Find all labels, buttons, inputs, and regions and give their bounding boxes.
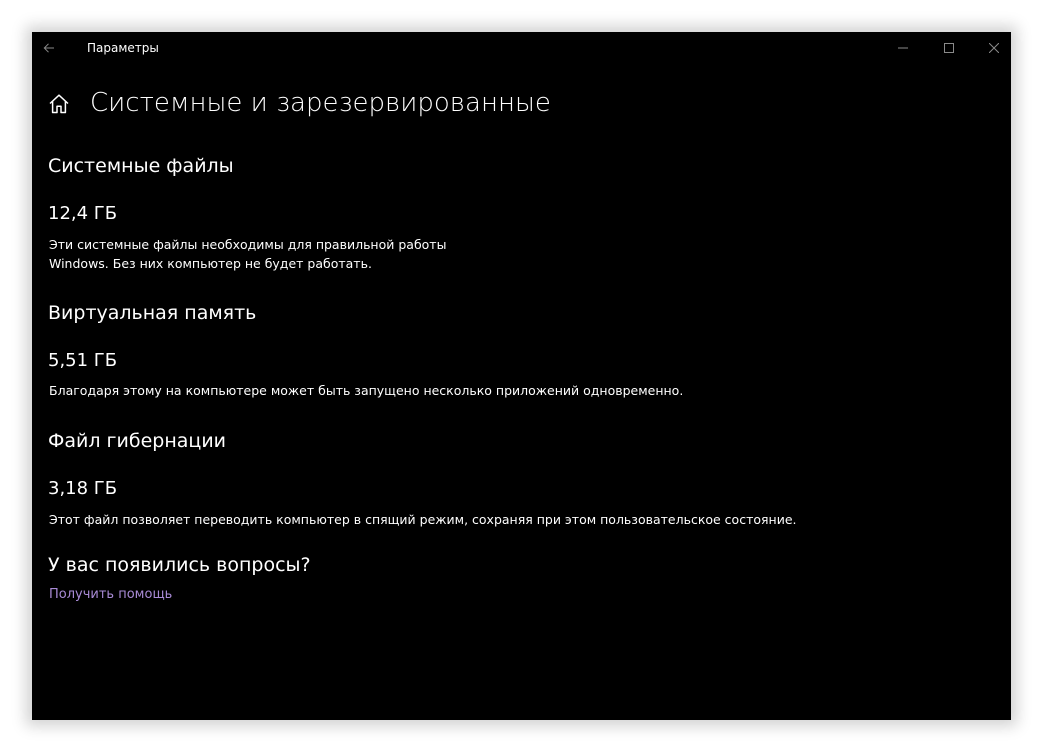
minimize-icon [898, 47, 908, 49]
back-button[interactable] [32, 32, 66, 64]
page-title: Системные и зарезервированные [90, 88, 551, 118]
maximize-button[interactable] [926, 32, 972, 64]
virtual-memory-size: 5,51 ГБ [48, 350, 118, 371]
hibernation-file-heading: Файл гибернации [48, 430, 227, 452]
app-title: Параметры [87, 41, 159, 55]
title-bar: Параметры [32, 32, 1011, 64]
virtual-memory-heading: Виртуальная память [48, 302, 257, 324]
get-help-link[interactable]: Получить помощь [49, 587, 172, 602]
system-files-heading: Системные файлы [48, 155, 234, 177]
home-icon[interactable] [48, 93, 70, 115]
system-files-description-line-2: Windows. Без них компьютер не будет рабо… [49, 256, 372, 271]
help-heading: У вас появились вопросы? [48, 554, 311, 576]
settings-window: Параметры Системные и зарезервированные … [32, 32, 1011, 720]
virtual-memory-description: Благодаря этому на компьютере может быть… [49, 383, 684, 398]
system-files-description-line-1: Эти системные файлы необходимы для прави… [49, 237, 447, 252]
maximize-icon [944, 43, 954, 53]
close-icon [989, 43, 999, 53]
system-files-size: 12,4 ГБ [48, 203, 118, 224]
close-button[interactable] [971, 32, 1017, 64]
back-arrow-icon [43, 43, 54, 53]
hibernation-file-size: 3,18 ГБ [48, 478, 118, 499]
hibernation-file-description: Этот файл позволяет переводить компьютер… [49, 512, 797, 527]
minimize-button[interactable] [880, 32, 926, 64]
